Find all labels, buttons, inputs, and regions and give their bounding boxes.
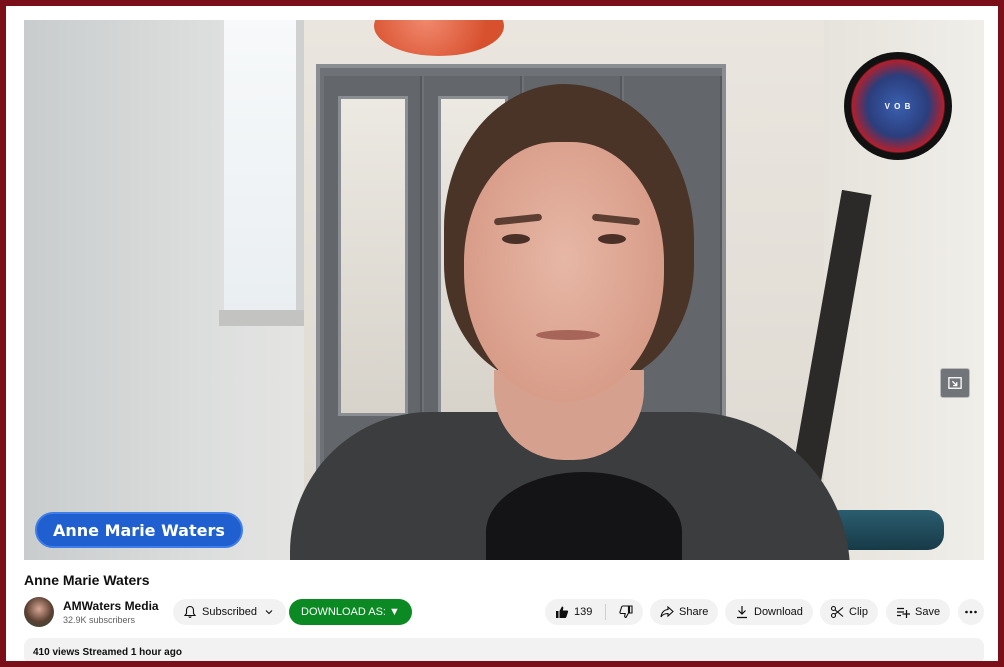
miniplayer-button[interactable] — [940, 368, 970, 398]
view-count-and-date: 410 views Streamed 1 hour ago — [33, 647, 182, 658]
thumb-up-icon[interactable] — [555, 605, 569, 619]
subscribed-label: Subscribed — [202, 606, 258, 618]
miniplayer-icon — [948, 376, 962, 390]
channel-avatar[interactable] — [24, 597, 54, 627]
like-dislike-group: 139 — [545, 599, 644, 625]
chevron-down-icon — [262, 605, 276, 619]
channel-row: AMWaters Media 32.9K subscribers Subscri… — [24, 596, 984, 630]
download-as-button[interactable]: DOWNLOAD AS: ▼ — [289, 599, 412, 625]
window — [224, 20, 304, 320]
like-divider — [605, 604, 607, 620]
save-label: Save — [915, 606, 941, 618]
person-mouth — [536, 330, 600, 340]
share-label: Share — [679, 606, 709, 618]
wardrobe-mirror — [338, 96, 408, 416]
person-eye-left — [502, 234, 530, 244]
download-as-label: DOWNLOAD AS: ▼ — [301, 606, 400, 618]
clip-label: Clip — [849, 606, 868, 618]
download-button[interactable]: Download — [725, 599, 813, 625]
playlist-add-icon — [896, 605, 910, 619]
channel-name[interactable]: AMWaters Media — [63, 599, 159, 613]
like-count[interactable]: 139 — [574, 606, 592, 618]
person-eye-right — [598, 234, 626, 244]
more-icon — [964, 605, 978, 619]
bell-icon — [183, 605, 197, 619]
subscriber-count: 32.9K subscribers — [63, 615, 136, 625]
share-icon — [660, 605, 674, 619]
description-box[interactable]: 410 views Streamed 1 hour ago — [24, 638, 984, 661]
scissors-icon — [830, 605, 844, 619]
clip-button[interactable]: Clip — [820, 599, 878, 625]
more-actions-button[interactable] — [958, 599, 984, 625]
name-lower-third: Anne Marie Waters — [35, 512, 243, 548]
save-button[interactable]: Save — [886, 599, 951, 625]
voice-of-britain-logo: V O B — [844, 52, 952, 160]
video-title: Anne Marie Waters — [24, 572, 150, 588]
logo-initials: V O B — [884, 101, 912, 111]
download-icon — [735, 605, 749, 619]
thumb-down-icon[interactable] — [619, 605, 633, 619]
video-player[interactable]: V O B Anne Marie Waters — [24, 20, 984, 560]
subscribed-button[interactable]: Subscribed — [173, 599, 287, 625]
person-face — [464, 142, 664, 402]
page-frame: V O B Anne Marie Waters Anne Marie Water… — [6, 6, 998, 661]
download-label: Download — [754, 606, 803, 618]
share-button[interactable]: Share — [650, 599, 719, 625]
